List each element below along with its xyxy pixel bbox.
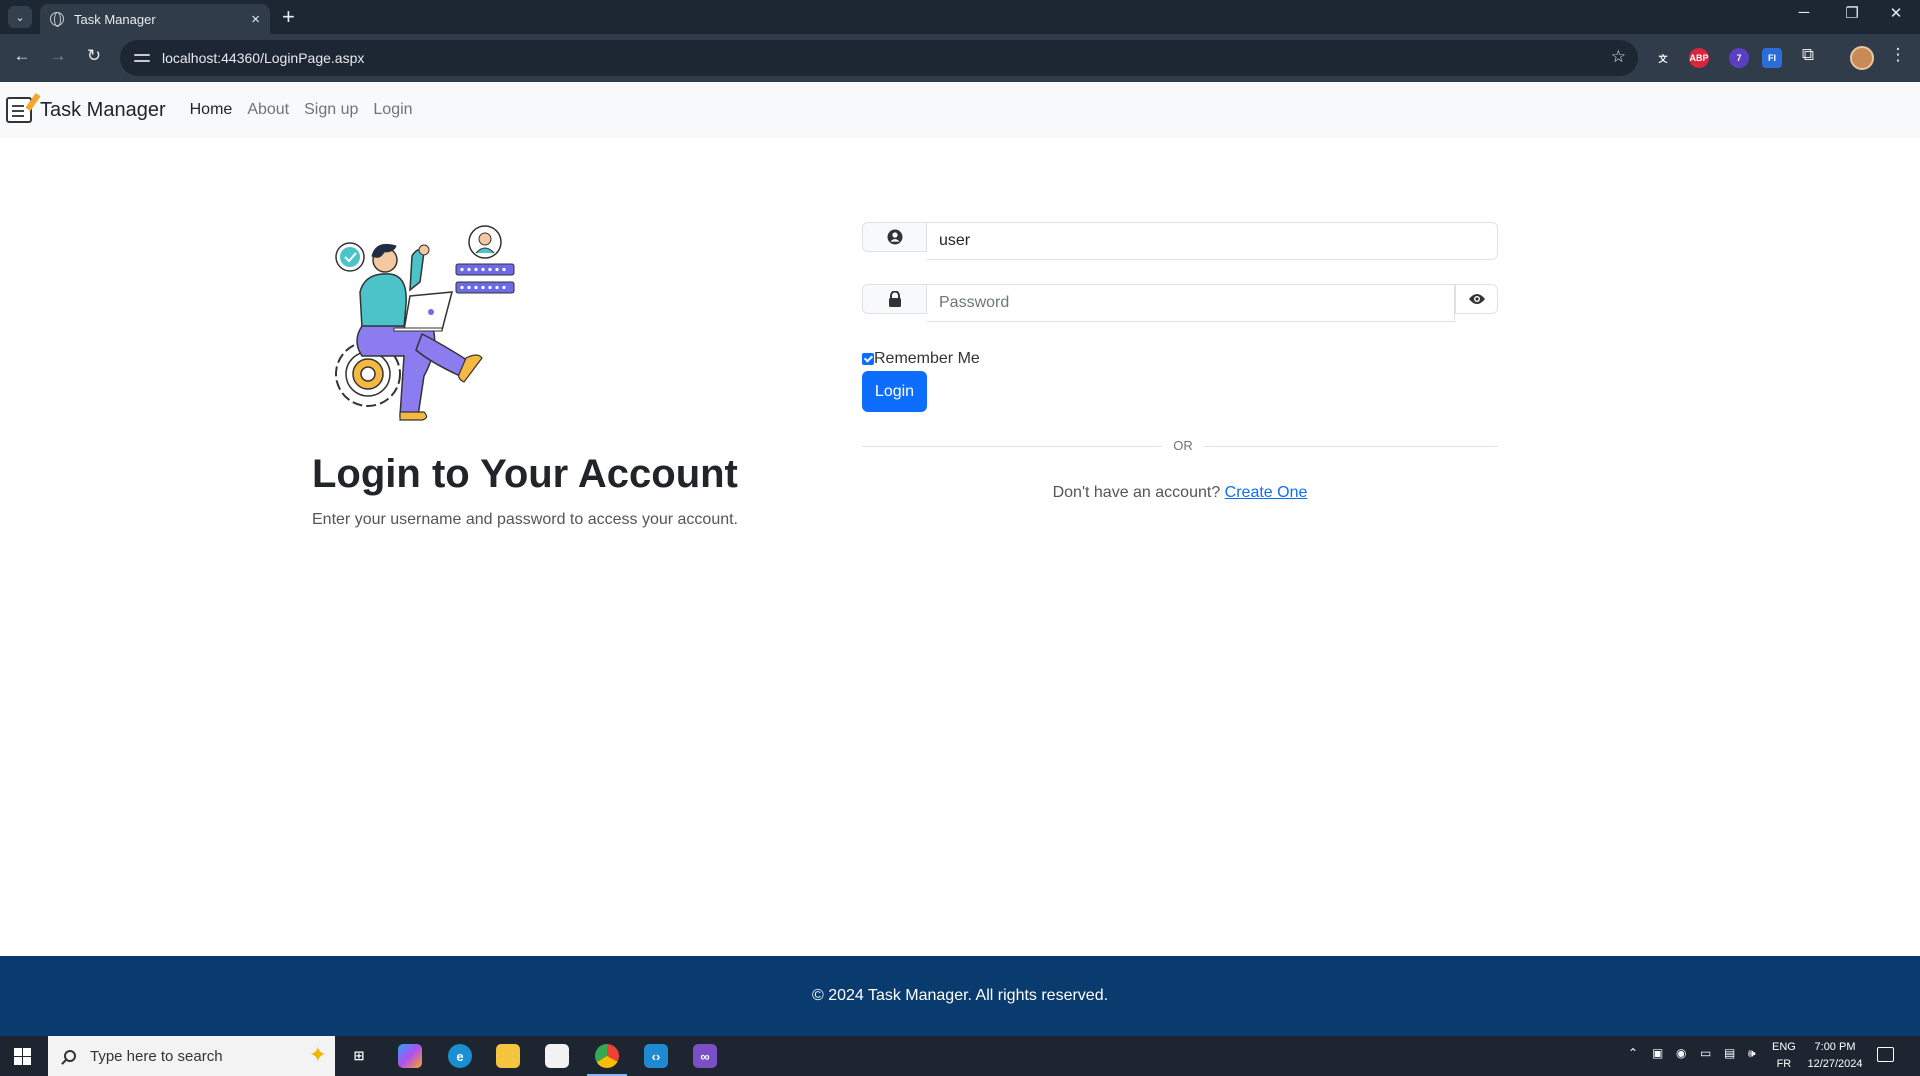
taskbar-search-placeholder: Type here to search xyxy=(90,1047,223,1065)
volume-icon[interactable]: 🕪 xyxy=(1748,1046,1756,1061)
language-top: ENG xyxy=(1772,1041,1796,1053)
lock-icon xyxy=(862,284,927,314)
nav-link-home[interactable]: Home xyxy=(190,101,233,119)
chrome-icon[interactable] xyxy=(587,1044,627,1076)
notepad-pencil-icon xyxy=(6,97,32,123)
browser-tabstrip: ⌄ Task Manager × + ─ ❐ ✕ xyxy=(0,0,1920,34)
vscode-icon[interactable]: ‹› xyxy=(644,1044,668,1068)
clock-time: 7:00 PM xyxy=(1814,1041,1856,1053)
taskbar-clock[interactable]: 7:00 PM 12/27/2024 xyxy=(1800,1039,1870,1073)
sparkle-icon: ✦ xyxy=(308,1042,327,1067)
brand-name: Task Manager xyxy=(40,98,166,121)
or-divider: OR xyxy=(862,438,1498,456)
address-bar[interactable]: localhost:44360/LoginPage.aspx ☆ xyxy=(120,40,1638,76)
address-url: localhost:44360/LoginPage.aspx xyxy=(162,50,365,66)
page-title: Login to Your Account xyxy=(312,452,738,496)
tray-app-icon[interactable]: ▣ xyxy=(1652,1046,1663,1060)
tab-search-chevron-icon[interactable]: ⌄ xyxy=(8,6,32,28)
username-input-group xyxy=(862,222,1498,260)
remember-me-checkbox[interactable] xyxy=(862,353,874,365)
site-info-icon[interactable] xyxy=(134,52,150,64)
notifications-icon[interactable] xyxy=(1877,1047,1894,1062)
close-window-icon[interactable]: ✕ xyxy=(1876,4,1916,22)
extension-badge-icon[interactable]: 7 xyxy=(1729,48,1749,68)
user-circle-icon xyxy=(862,222,927,252)
tray-meet-icon[interactable]: ◉ xyxy=(1676,1046,1686,1060)
page-subtitle: Enter your username and password to acce… xyxy=(312,511,738,528)
tray-overflow-chevron-icon[interactable]: ⌃ xyxy=(1628,1046,1638,1060)
browser-tab-active[interactable]: Task Manager × xyxy=(40,4,270,34)
profile-avatar[interactable] xyxy=(1850,46,1874,70)
tab-close-icon[interactable]: × xyxy=(251,11,260,28)
minimize-icon[interactable]: ─ xyxy=(1784,4,1824,21)
network-icon[interactable]: ▤ xyxy=(1724,1046,1735,1060)
password-input-group xyxy=(862,284,1498,322)
signup-prompt-line: Don't have an account? Create One xyxy=(862,484,1498,502)
browser-menu-icon[interactable]: ⋮ xyxy=(1886,45,1910,65)
login-illustration xyxy=(335,225,515,421)
nav-link-login[interactable]: Login xyxy=(373,101,412,119)
nav-link-signup[interactable]: Sign up xyxy=(304,101,358,119)
extensions-puzzle-icon[interactable]: ⧉ xyxy=(1796,45,1820,65)
restore-icon[interactable]: ❐ xyxy=(1832,4,1872,22)
password-input[interactable] xyxy=(927,284,1455,322)
signup-prompt: Don't have an account? xyxy=(1052,484,1221,501)
translate-icon[interactable]: 文 xyxy=(1653,48,1673,68)
clock-date: 12/27/2024 xyxy=(1807,1058,1863,1070)
browser-toolbar: ← → ↻ localhost:44360/LoginPage.aspx ☆ 文… xyxy=(0,34,1920,82)
site-navbar: Task Manager Home About Sign up Login xyxy=(0,82,1920,138)
adblock-icon[interactable]: ABP xyxy=(1689,48,1709,68)
username-input[interactable] xyxy=(927,222,1498,260)
windows-start-icon[interactable] xyxy=(14,1048,31,1065)
footer-copyright: © 2024 Task Manager. All rights reserved… xyxy=(811,987,1109,1004)
language-indicator[interactable]: ENG FR xyxy=(1772,1039,1796,1073)
nav-link-about[interactable]: About xyxy=(247,101,289,119)
back-arrow-icon[interactable]: ← xyxy=(10,46,34,66)
remember-me[interactable]: Remember Me xyxy=(862,350,980,368)
task-view-icon[interactable]: ⊞ xyxy=(347,1044,371,1068)
tab-title: Task Manager xyxy=(74,11,156,27)
fi-extension-icon[interactable]: FI xyxy=(1762,48,1782,68)
navbar-brand[interactable]: Task Manager xyxy=(6,97,166,123)
taskbar-search-box[interactable]: Type here to search ✦ xyxy=(48,1036,335,1076)
globe-icon xyxy=(50,12,64,27)
copilot-icon[interactable] xyxy=(398,1044,422,1068)
remember-me-label: Remember Me xyxy=(874,350,980,367)
reload-icon[interactable]: ↻ xyxy=(82,46,106,66)
battery-icon[interactable]: ▭ xyxy=(1700,1046,1711,1060)
microsoft-store-icon[interactable] xyxy=(545,1044,569,1068)
login-button[interactable]: Login xyxy=(862,371,927,412)
site-footer: © 2024 Task Manager. All rights reserved… xyxy=(0,956,1920,1036)
new-tab-button[interactable]: + xyxy=(282,4,295,30)
divider-text: OR xyxy=(1173,438,1193,453)
forward-arrow-icon[interactable]: → xyxy=(46,46,70,66)
visual-studio-icon[interactable]: ∞ xyxy=(693,1044,717,1068)
language-bottom: FR xyxy=(1776,1058,1792,1070)
divider-line-left xyxy=(862,446,1162,447)
bookmark-star-icon[interactable]: ☆ xyxy=(1611,47,1626,67)
edge-icon[interactable]: e xyxy=(448,1044,472,1068)
create-account-link[interactable]: Create One xyxy=(1225,484,1308,501)
file-explorer-icon[interactable] xyxy=(496,1044,520,1068)
search-icon xyxy=(64,1050,76,1062)
show-password-eye-icon[interactable] xyxy=(1455,284,1498,314)
windows-taskbar: Type here to search ✦ ⊞ e ‹› ∞ ⌃ ▣ ◉ ▭ ▤… xyxy=(0,1036,1920,1076)
divider-line-right xyxy=(1204,446,1498,447)
